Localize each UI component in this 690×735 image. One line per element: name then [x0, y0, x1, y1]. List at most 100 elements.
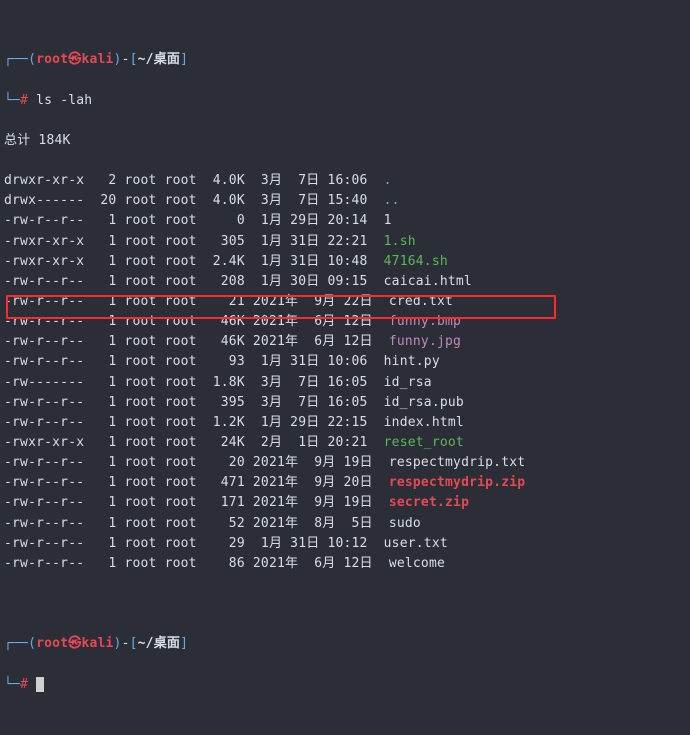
file-perm: -rw------- [4, 375, 84, 390]
file-row: -rw-r--r-- 1 root root 0 1月 29日 20:14 1 [4, 211, 686, 231]
file-name: 1.sh [384, 234, 416, 249]
file-links: 1 [92, 395, 116, 410]
file-group: root [165, 213, 197, 228]
file-row: -rw-r--r-- 1 root root 52 2021年 8月 5日 su… [4, 514, 686, 534]
file-links: 1 [92, 254, 116, 269]
file-row: -rw-r--r-- 1 root root 29 1月 31日 10:12 u… [4, 534, 686, 554]
file-row: -rw-r--r-- 1 root root 93 1月 31日 10:06 h… [4, 352, 686, 372]
prompt2-close-bracket: ] [180, 636, 188, 651]
file-row: -rw-r--r-- 1 root root 20 2021年 9月 19日 r… [4, 453, 686, 473]
file-name: respectmydrip.txt [389, 455, 525, 470]
file-date: 2021年 9月 22日 [253, 294, 373, 309]
file-row: drwxr-xr-x 2 root root 4.0K 3月 7日 16:06 … [4, 171, 686, 191]
file-size: 52 [205, 516, 245, 531]
prompt-user: root [36, 52, 68, 67]
file-date: 2021年 6月 12日 [253, 334, 373, 349]
file-row: -rw-r--r-- 1 root root 86 2021年 6月 12日 w… [4, 554, 686, 574]
file-perm: -rw-r--r-- [4, 314, 84, 329]
file-group: root [165, 254, 197, 269]
terminal-window[interactable]: ┌──(root㉿kali)-[~/桌面] └─# ls -lah 总计 184… [4, 10, 686, 735]
file-name: id_rsa.pub [384, 395, 464, 410]
file-links: 1 [92, 556, 116, 571]
file-owner: root [124, 395, 156, 410]
prompt-open-paren: ( [28, 52, 36, 67]
file-links: 1 [92, 314, 116, 329]
file-row: -rw-r--r-- 1 root root 208 1月 30日 09:15 … [4, 272, 686, 292]
file-owner: root [124, 173, 156, 188]
file-date: 1月 31日 10:48 [253, 254, 368, 269]
file-row: -rwxr-xr-x 1 root root 24K 2月 1日 20:21 r… [4, 433, 686, 453]
file-size: 4.0K [205, 173, 245, 188]
prompt2-arrow: ┌── [4, 636, 28, 651]
file-links: 1 [92, 536, 116, 551]
file-name: reset_root [384, 435, 464, 450]
file-size: 24K [205, 435, 245, 450]
file-group: root [165, 536, 197, 551]
file-name: cred.txt [389, 294, 453, 309]
file-owner: root [124, 455, 156, 470]
prompt-open-bracket: [ [130, 52, 138, 67]
file-group: root [165, 173, 197, 188]
file-links: 1 [92, 475, 116, 490]
file-date: 3月 7日 15:40 [253, 193, 368, 208]
file-row: -rw-r--r-- 1 root root 1.2K 1月 29日 22:15… [4, 413, 686, 433]
file-owner: root [124, 375, 156, 390]
file-links: 1 [92, 274, 116, 289]
file-group: root [165, 475, 197, 490]
file-row: -rwxr-xr-x 1 root root 305 1月 31日 22:21 … [4, 232, 686, 252]
file-perm: -rw-r--r-- [4, 536, 84, 551]
file-owner: root [124, 294, 156, 309]
file-name: hint.py [384, 354, 440, 369]
file-group: root [165, 314, 197, 329]
file-date: 1月 30日 09:15 [253, 274, 368, 289]
file-name: funny.jpg [389, 334, 461, 349]
file-links: 1 [92, 213, 116, 228]
file-perm: -rw-r--r-- [4, 294, 84, 309]
file-group: root [165, 274, 197, 289]
file-name: user.txt [384, 536, 448, 551]
file-date: 3月 7日 16:05 [253, 375, 368, 390]
file-perm: drwx------ [4, 193, 84, 208]
file-size: 2.4K [205, 254, 245, 269]
file-name: 47164.sh [384, 254, 448, 269]
file-group: root [165, 294, 197, 309]
file-date: 3月 7日 16:05 [253, 395, 368, 410]
file-row: drwx------ 20 root root 4.0K 3月 7日 15:40… [4, 191, 686, 211]
file-size: 46K [205, 314, 245, 329]
file-group: root [165, 435, 197, 450]
file-owner: root [124, 334, 156, 349]
file-size: 1.2K [205, 415, 245, 430]
file-perm: -rw-r--r-- [4, 455, 84, 470]
file-group: root [165, 556, 197, 571]
file-perm: -rw-r--r-- [4, 274, 84, 289]
file-group: root [165, 234, 197, 249]
file-row: -rw-r--r-- 1 root root 171 2021年 9月 19日 … [4, 493, 686, 513]
prompt2-line-2[interactable]: └─# [4, 675, 686, 695]
file-links: 1 [92, 516, 116, 531]
file-date: 1月 29日 22:15 [253, 415, 368, 430]
command-text: ls -lah [36, 93, 92, 108]
prompt-line-2: └─# ls -lah [4, 91, 686, 111]
prompt-dash: - [122, 52, 130, 67]
prompt2-dash: - [122, 636, 130, 651]
prompt2-sep-icon: ㉿ [68, 636, 81, 651]
prompt2-open-bracket: [ [130, 636, 138, 651]
file-date: 2021年 6月 12日 [253, 556, 373, 571]
file-owner: root [124, 314, 156, 329]
file-group: root [165, 415, 197, 430]
file-owner: root [124, 516, 156, 531]
prompt2-line-1: ┌──(root㉿kali)-[~/桌面] [4, 634, 686, 654]
file-perm: -rw-r--r-- [4, 475, 84, 490]
file-links: 1 [92, 354, 116, 369]
file-owner: root [124, 435, 156, 450]
file-size: 4.0K [205, 193, 245, 208]
file-size: 29 [205, 536, 245, 551]
file-size: 0 [205, 213, 245, 228]
file-date: 2021年 9月 19日 [253, 495, 373, 510]
file-date: 2021年 9月 19日 [253, 455, 373, 470]
file-name: secret.zip [389, 495, 469, 510]
file-owner: root [124, 495, 156, 510]
file-date: 1月 31日 22:21 [253, 234, 368, 249]
file-perm: -rw-r--r-- [4, 334, 84, 349]
file-perm: -rw-r--r-- [4, 415, 84, 430]
